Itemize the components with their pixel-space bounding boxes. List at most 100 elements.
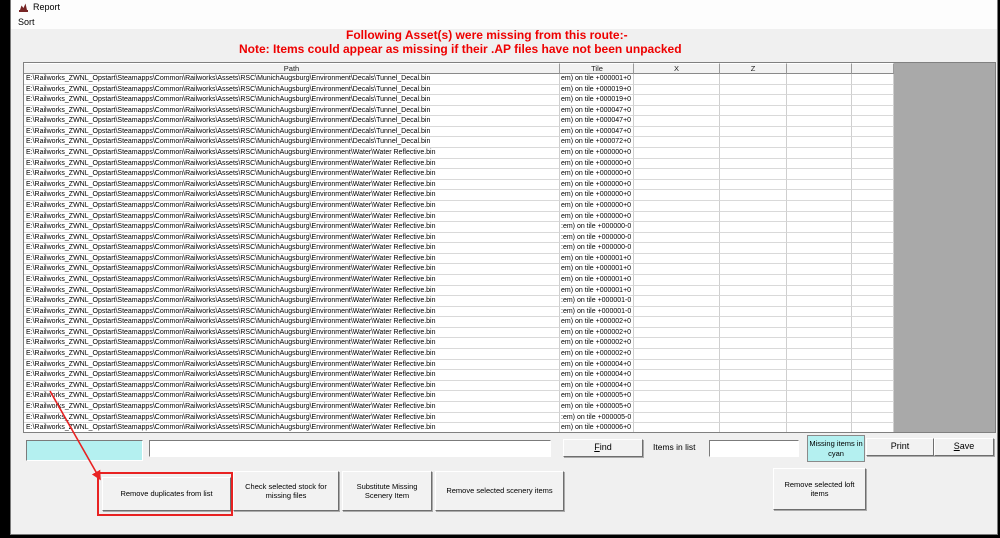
empty-cell: [720, 328, 787, 339]
find-input[interactable]: [149, 440, 551, 457]
table-row[interactable]: E:\Railworks_ZWNL_Opstart\Steamapps\Comm…: [24, 370, 894, 381]
empty-cell: [720, 159, 787, 170]
save-button[interactable]: Save: [934, 438, 994, 456]
empty-cell: [634, 106, 720, 117]
table-row[interactable]: E:\Railworks_ZWNL_Opstart\Steamapps\Comm…: [24, 233, 894, 244]
empty-cell: [787, 391, 852, 402]
items-in-list-count-input[interactable]: [709, 440, 799, 457]
path-cell: E:\Railworks_ZWNL_Opstart\Steamapps\Comm…: [24, 212, 560, 223]
empty-cell: [634, 264, 720, 275]
table-row[interactable]: E:\Railworks_ZWNL_Opstart\Steamapps\Comm…: [24, 180, 894, 191]
table-row[interactable]: E:\Railworks_ZWNL_Opstart\Steamapps\Comm…: [24, 222, 894, 233]
remove-selected-scenery-button[interactable]: Remove selected scenery items: [435, 471, 564, 511]
substitute-missing-scenery-button[interactable]: Substitute Missing Scenery Item: [342, 471, 432, 511]
table-row[interactable]: E:\Railworks_ZWNL_Opstart\Steamapps\Comm…: [24, 360, 894, 371]
empty-cell: [852, 296, 894, 307]
table-row[interactable]: E:\Railworks_ZWNL_Opstart\Steamapps\Comm…: [24, 95, 894, 106]
find-button[interactable]: Find: [563, 439, 643, 457]
tile-cell: em) on tile +000000+0: [560, 201, 634, 212]
table-row[interactable]: E:\Railworks_ZWNL_Opstart\Steamapps\Comm…: [24, 106, 894, 117]
table-row[interactable]: E:\Railworks_ZWNL_Opstart\Steamapps\Comm…: [24, 423, 894, 433]
table-row[interactable]: E:\Railworks_ZWNL_Opstart\Steamapps\Comm…: [24, 296, 894, 307]
tile-cell: em) on tile +000047+0: [560, 106, 634, 117]
column-header-blank4[interactable]: [787, 63, 852, 74]
table-row[interactable]: E:\Railworks_ZWNL_Opstart\Steamapps\Comm…: [24, 190, 894, 201]
table-row[interactable]: E:\Railworks_ZWNL_Opstart\Steamapps\Comm…: [24, 159, 894, 170]
empty-cell: [720, 95, 787, 106]
table-row[interactable]: E:\Railworks_ZWNL_Opstart\Steamapps\Comm…: [24, 328, 894, 339]
table-row[interactable]: E:\Railworks_ZWNL_Opstart\Steamapps\Comm…: [24, 254, 894, 265]
table-row[interactable]: E:\Railworks_ZWNL_Opstart\Steamapps\Comm…: [24, 338, 894, 349]
table-row[interactable]: E:\Railworks_ZWNL_Opstart\Steamapps\Comm…: [24, 127, 894, 138]
column-header-z[interactable]: Z: [720, 63, 787, 74]
remove-selected-loft-button[interactable]: Remove selected loft items: [773, 468, 866, 510]
empty-cell: [787, 254, 852, 265]
empty-cell: [720, 381, 787, 392]
empty-cell: [787, 338, 852, 349]
empty-cell: [787, 264, 852, 275]
table-row[interactable]: E:\Railworks_ZWNL_Opstart\Steamapps\Comm…: [24, 286, 894, 297]
empty-cell: [634, 391, 720, 402]
table-row[interactable]: E:\Railworks_ZWNL_Opstart\Steamapps\Comm…: [24, 85, 894, 96]
table-row[interactable]: E:\Railworks_ZWNL_Opstart\Steamapps\Comm…: [24, 212, 894, 223]
column-header-path[interactable]: Path: [24, 63, 560, 74]
empty-cell: [720, 190, 787, 201]
missing-assets-table[interactable]: PathTileXZ E:\Railworks_ZWNL_Opstart\Ste…: [23, 62, 996, 433]
table-row[interactable]: E:\Railworks_ZWNL_Opstart\Steamapps\Comm…: [24, 243, 894, 254]
table-row[interactable]: E:\Railworks_ZWNL_Opstart\Steamapps\Comm…: [24, 391, 894, 402]
empty-cell: [852, 74, 894, 85]
empty-cell: [852, 423, 894, 433]
table-row[interactable]: E:\Railworks_ZWNL_Opstart\Steamapps\Comm…: [24, 349, 894, 360]
tile-cell: em) on tile +000006+0: [560, 423, 634, 433]
empty-cell: [720, 391, 787, 402]
table-row[interactable]: E:\Railworks_ZWNL_Opstart\Steamapps\Comm…: [24, 148, 894, 159]
tile-cell: :em) on tile +000001-0: [560, 307, 634, 318]
empty-cell: [720, 127, 787, 138]
empty-cell: [634, 116, 720, 127]
table-row[interactable]: E:\Railworks_ZWNL_Opstart\Steamapps\Comm…: [24, 116, 894, 127]
tile-cell: em) on tile +000004+0: [560, 381, 634, 392]
empty-cell: [634, 233, 720, 244]
empty-cell: [852, 180, 894, 191]
empty-cell: [720, 370, 787, 381]
table-row[interactable]: E:\Railworks_ZWNL_Opstart\Steamapps\Comm…: [24, 201, 894, 212]
tile-cell: em) on tile +000002+0: [560, 317, 634, 328]
empty-cell: [852, 222, 894, 233]
empty-cell: [787, 286, 852, 297]
path-cell: E:\Railworks_ZWNL_Opstart\Steamapps\Comm…: [24, 328, 560, 339]
empty-cell: [720, 360, 787, 371]
missing-items-cyan-note: Missing items in cyan: [807, 435, 865, 462]
empty-cell: [787, 169, 852, 180]
table-row[interactable]: E:\Railworks_ZWNL_Opstart\Steamapps\Comm…: [24, 381, 894, 392]
empty-cell: [720, 222, 787, 233]
empty-cell: [787, 328, 852, 339]
table-row[interactable]: E:\Railworks_ZWNL_Opstart\Steamapps\Comm…: [24, 413, 894, 424]
print-button[interactable]: Print: [866, 438, 934, 456]
empty-cell: [852, 148, 894, 159]
table-row[interactable]: E:\Railworks_ZWNL_Opstart\Steamapps\Comm…: [24, 307, 894, 318]
path-cell: E:\Railworks_ZWNL_Opstart\Steamapps\Comm…: [24, 190, 560, 201]
column-header-tile[interactable]: Tile: [560, 63, 634, 74]
menu-item-sort[interactable]: Sort: [15, 17, 38, 27]
empty-cell: [720, 423, 787, 433]
empty-cell: [787, 275, 852, 286]
table-row[interactable]: E:\Railworks_ZWNL_Opstart\Steamapps\Comm…: [24, 169, 894, 180]
column-header-blank5[interactable]: [852, 63, 894, 74]
column-header-x[interactable]: X: [634, 63, 720, 74]
table-row[interactable]: E:\Railworks_ZWNL_Opstart\Steamapps\Comm…: [24, 275, 894, 286]
check-selected-stock-button[interactable]: Check selected stock for missing files: [233, 471, 339, 511]
table-row[interactable]: E:\Railworks_ZWNL_Opstart\Steamapps\Comm…: [24, 74, 894, 85]
empty-cell: [634, 127, 720, 138]
title-bar[interactable]: Report: [11, 0, 997, 15]
table-row[interactable]: E:\Railworks_ZWNL_Opstart\Steamapps\Comm…: [24, 264, 894, 275]
empty-cell: [787, 413, 852, 424]
remove-duplicates-button[interactable]: Remove duplicates from list: [102, 477, 231, 511]
table-row[interactable]: E:\Railworks_ZWNL_Opstart\Steamapps\Comm…: [24, 317, 894, 328]
empty-cell: [634, 148, 720, 159]
empty-cell: [852, 275, 894, 286]
tile-cell: em) on tile +000047+0: [560, 127, 634, 138]
table-row[interactable]: E:\Railworks_ZWNL_Opstart\Steamapps\Comm…: [24, 402, 894, 413]
table-row[interactable]: E:\Railworks_ZWNL_Opstart\Steamapps\Comm…: [24, 137, 894, 148]
tile-cell: :em) on tile +000001-0: [560, 296, 634, 307]
empty-cell: [852, 264, 894, 275]
